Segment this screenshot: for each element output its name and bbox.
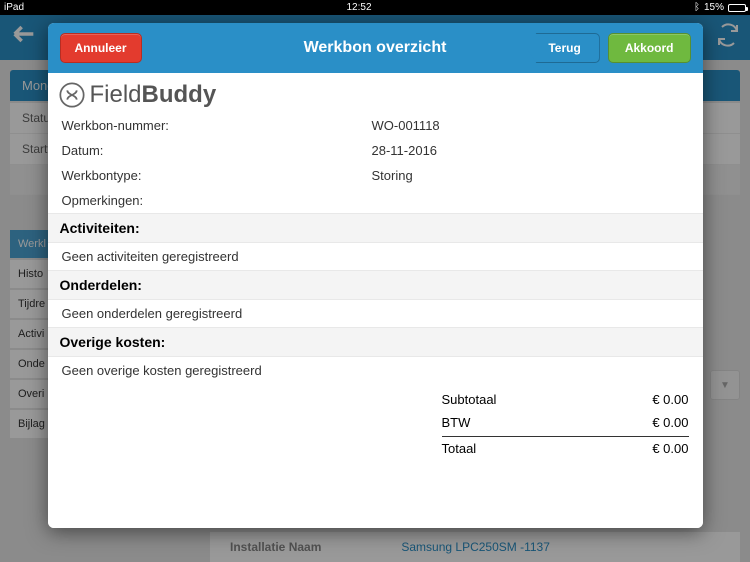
date-label: Datum: [62, 143, 372, 158]
type-value: Storing [372, 168, 689, 183]
subtotal-value: € 0.00 [652, 392, 688, 407]
accept-button[interactable]: Akkoord [608, 33, 691, 63]
status-bar: iPad 12:52 ᛒ 15% [0, 0, 750, 15]
modal-overlay: Annuleer Werkbon overzicht Terug Akkoord… [0, 15, 750, 562]
subtotal-label: Subtotaal [442, 392, 497, 407]
modal-body: FieldBuddy Werkbon-nummer: WO-001118 Dat… [48, 73, 703, 528]
modal-title: Werkbon overzicht [304, 39, 447, 57]
type-row: Werkbontype: Storing [48, 163, 703, 188]
vat-row: BTW € 0.00 [442, 411, 689, 434]
back-button[interactable]: Terug [526, 33, 599, 63]
total-value: € 0.00 [652, 441, 688, 456]
battery-percent: 15% [704, 2, 724, 13]
logo-icon [58, 81, 86, 109]
modal: Annuleer Werkbon overzicht Terug Akkoord… [48, 23, 703, 528]
carrier-label: iPad [4, 2, 24, 13]
cancel-button[interactable]: Annuleer [60, 33, 142, 63]
battery-icon [728, 4, 746, 12]
remarks-value [372, 193, 689, 208]
number-label: Werkbon-nummer: [62, 118, 372, 133]
logo: FieldBuddy [48, 73, 703, 113]
activities-header: Activiteiten: [48, 213, 703, 243]
total-row: Totaal € 0.00 [442, 436, 689, 460]
total-label: Totaal [442, 441, 477, 456]
vat-label: BTW [442, 415, 471, 430]
totals: Subtotaal € 0.00 BTW € 0.00 Totaal € 0.0… [48, 384, 703, 464]
number-value: WO-001118 [372, 118, 689, 133]
remarks-label: Opmerkingen: [62, 193, 372, 208]
date-value: 28-11-2016 [372, 143, 689, 158]
parts-empty: Geen onderdelen geregistreerd [48, 300, 703, 327]
parts-header: Onderdelen: [48, 270, 703, 300]
subtotal-row: Subtotaal € 0.00 [442, 388, 689, 411]
workorder-number-row: Werkbon-nummer: WO-001118 [48, 113, 703, 138]
date-row: Datum: 28-11-2016 [48, 138, 703, 163]
costs-header: Overige kosten: [48, 327, 703, 357]
costs-empty: Geen overige kosten geregistreerd [48, 357, 703, 384]
remarks-row: Opmerkingen: [48, 188, 703, 213]
clock: 12:52 [24, 2, 694, 13]
activities-empty: Geen activiteiten geregistreerd [48, 243, 703, 270]
bluetooth-icon: ᛒ [694, 2, 700, 13]
vat-value: € 0.00 [652, 415, 688, 430]
type-label: Werkbontype: [62, 168, 372, 183]
modal-header: Annuleer Werkbon overzicht Terug Akkoord [48, 23, 703, 73]
